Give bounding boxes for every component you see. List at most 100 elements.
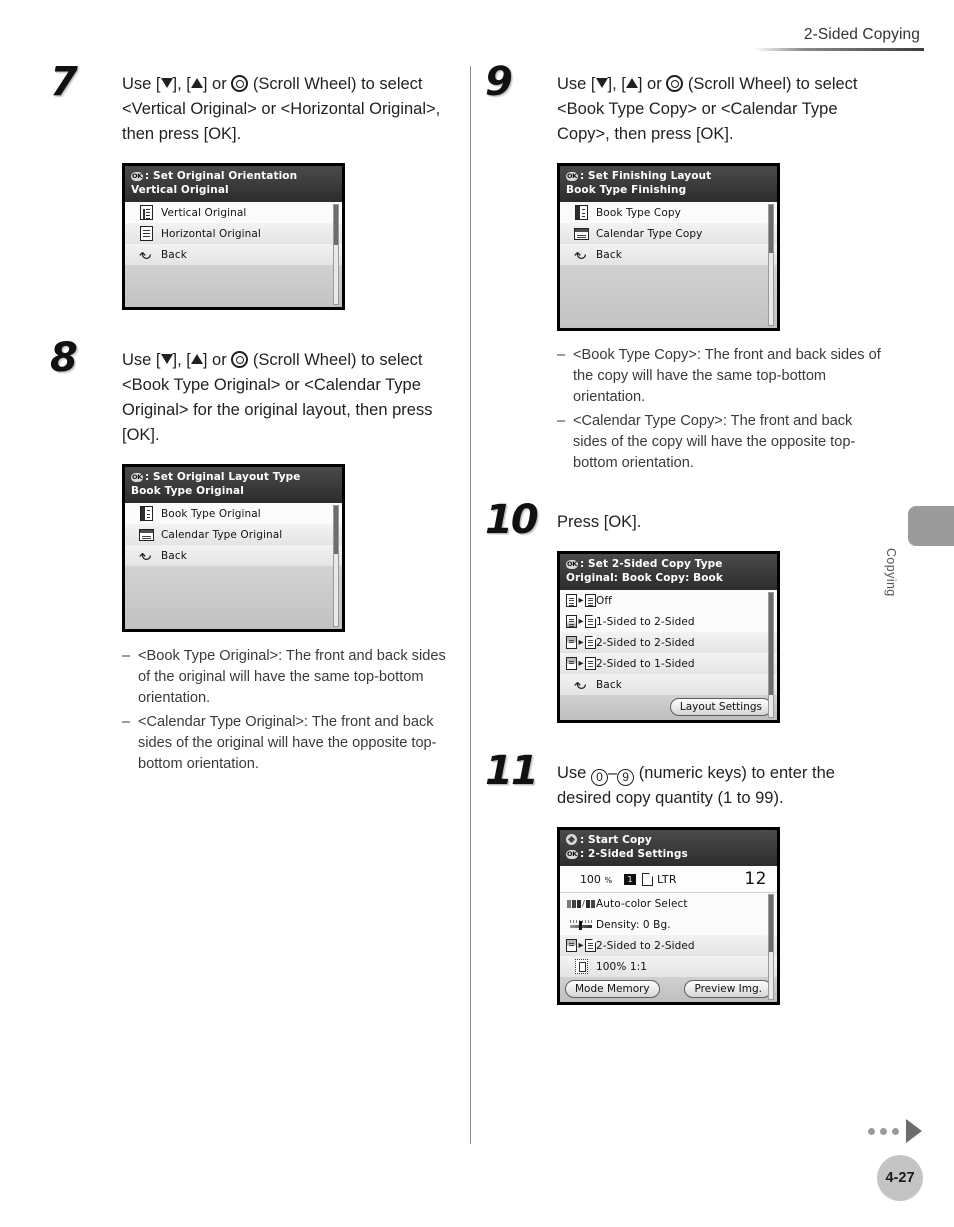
lcd-scrollbar-thumb[interactable]	[334, 506, 338, 554]
step-8-text-part2: ], [	[172, 351, 191, 369]
note-dash: –	[557, 413, 566, 429]
step-9-number: 9	[485, 59, 513, 105]
back-arrow-icon	[131, 549, 161, 563]
step-7-number: 7	[50, 59, 78, 105]
lcd-row[interactable]: ▸ Off	[560, 590, 777, 611]
lcd-row[interactable]: ▸ 2-Sided to 2-Sided	[560, 632, 777, 653]
lcd-filler	[125, 566, 342, 629]
lcd-header-line2: Book Type Original	[131, 484, 244, 497]
book-type-icon	[131, 506, 161, 521]
step-7-text: Use [], [] or (Scroll Wheel) to select <…	[122, 72, 450, 147]
step-8: 8 Use [], [] or (Scroll Wheel) to select…	[50, 338, 450, 775]
step-9-notes: – <Book Type Copy>: The front and back s…	[557, 345, 885, 474]
step-9-text-part3: ] or	[637, 75, 667, 93]
two-to-two-sided-icon: ▸	[566, 939, 596, 952]
back-arrow-icon	[131, 248, 161, 262]
back-arrow-icon	[566, 248, 596, 262]
right-column: 9 Use [], [] or (Scroll Wheel) to select…	[485, 62, 885, 1009]
lcd-row[interactable]: Back	[560, 244, 777, 265]
lcd-button-row: Mode Memory Preview Img.	[560, 977, 777, 1002]
lcd-header-line2: Original: Book Copy: Book	[566, 571, 723, 584]
step-11: 11 Use 0–9 (numeric keys) to enter the d…	[485, 751, 885, 1005]
step-7-text-part1: Use [	[122, 75, 161, 93]
step-9-text: Use [], [] or (Scroll Wheel) to select <…	[557, 72, 885, 147]
step-11-text-dash: –	[607, 764, 618, 782]
lcd-row[interactable]: Horizontal Original	[125, 223, 342, 244]
dot	[868, 1127, 875, 1135]
numeric-key-9-icon: 9	[617, 769, 635, 786]
lcd-header-line2: Vertical Original	[131, 183, 229, 196]
lcd-row[interactable]: Book Type Original	[125, 503, 342, 524]
start-key-icon	[566, 834, 577, 845]
lcd-scrollbar-thumb[interactable]	[769, 593, 773, 695]
lcd-header-line2: Book Type Finishing	[566, 183, 687, 196]
lcd-row[interactable]: Vertical Original	[125, 202, 342, 223]
lcd-scrollbar-thumb[interactable]	[769, 205, 773, 253]
lcd-filler	[560, 265, 777, 328]
two-to-one-sided-icon: ▸	[566, 657, 598, 673]
lcd-header: OK: Set Finishing Layout Book Type Finis…	[560, 166, 777, 202]
running-head-rule	[754, 48, 924, 51]
lcd-body: ▸ Off ▸ 1-Sided to 2-Sided ▸ 2-Sided to …	[560, 590, 777, 720]
ok-key-icon: OK	[566, 560, 578, 569]
lcd-row[interactable]: 100% 1:1	[560, 956, 777, 977]
lcd-header-line1: OK: Set 2-Sided Copy Type	[566, 558, 723, 570]
step-7-text-part2: ], [	[172, 75, 191, 93]
step-9-text-part1: Use [	[557, 75, 596, 93]
running-head: 2-Sided Copying	[504, 26, 924, 51]
preview-image-button[interactable]: Preview Img.	[684, 980, 772, 998]
lcd-row[interactable]: ▸ 2-Sided to 1-Sided	[560, 653, 777, 674]
ok-key-icon: OK	[131, 172, 143, 181]
ok-key-icon: OK	[566, 172, 578, 181]
lcd-scrollbar-thumb[interactable]	[334, 205, 338, 245]
color-select-icon: /	[566, 899, 596, 908]
paper-sheet-icon	[642, 872, 653, 886]
step-7: 7 Use [], [] or (Scroll Wheel) to select…	[50, 62, 450, 310]
lcd-panel-step-7: OK: Set Original Orientation Vertical Or…	[122, 163, 345, 310]
lcd-row[interactable]: Back	[125, 545, 342, 566]
lcd-row[interactable]: ▸ 2-Sided to 2-Sided	[560, 935, 777, 956]
lcd-panel-step-9: OK: Set Finishing Layout Book Type Finis…	[557, 163, 780, 331]
lcd-scrollbar[interactable]	[333, 204, 339, 305]
lcd-row[interactable]: Calendar Type Copy	[560, 223, 777, 244]
lcd-body: Book Type Original Calendar Type Origina…	[125, 503, 342, 629]
horizontal-document-icon	[131, 226, 161, 241]
column-divider	[470, 66, 471, 1144]
lcd-header-line1: OK: Set Finishing Layout	[566, 170, 712, 182]
step-9-text-part2: ], [	[607, 75, 626, 93]
step-11-number: 11	[485, 748, 539, 794]
mode-memory-button[interactable]: Mode Memory	[565, 980, 660, 998]
back-arrow-icon	[566, 678, 596, 692]
lcd-row[interactable]: ▸ 1-Sided to 2-Sided	[560, 611, 777, 632]
lcd-row[interactable]: / Auto-color Select	[560, 893, 777, 914]
chapter-tab-label: Copying	[884, 548, 898, 597]
lcd-header: : Start Copy OK: 2-Sided Settings	[560, 830, 777, 866]
lcd-header-line1: OK: Set Original Layout Type	[131, 471, 301, 483]
paper-size-value: LTR	[657, 872, 677, 886]
lcd-scrollbar[interactable]	[768, 894, 774, 1000]
lcd-row[interactable]: Calendar Type Original	[125, 524, 342, 545]
vertical-document-icon	[131, 205, 161, 220]
lcd-body: 100 % 1 LTR 12 / Auto-color Select Densi…	[560, 866, 777, 1002]
lcd-row[interactable]: Back	[125, 244, 342, 265]
scroll-wheel-icon	[231, 351, 249, 368]
lcd-row[interactable]: Back	[560, 674, 777, 695]
book-type-icon	[566, 205, 596, 220]
left-column: 7 Use [], [] or (Scroll Wheel) to select…	[50, 62, 450, 779]
zoom-value: 100 %	[579, 872, 613, 886]
step-10-text: Press [OK].	[557, 513, 642, 531]
note-item: – <Calendar Type Copy>: The front and ba…	[557, 411, 885, 474]
layout-settings-button[interactable]: Layout Settings	[669, 698, 772, 716]
scroll-wheel-icon	[666, 75, 684, 92]
lcd-scrollbar[interactable]	[768, 592, 774, 718]
lcd-scrollbar[interactable]	[768, 204, 774, 326]
lcd-header-line2: OK: 2-Sided Settings	[566, 847, 688, 860]
lcd-row[interactable]: Book Type Copy	[560, 202, 777, 223]
step-8-text: Use [], [] or (Scroll Wheel) to select <…	[122, 348, 450, 448]
ok-key-icon: OK	[566, 849, 578, 859]
lcd-scrollbar-thumb[interactable]	[769, 895, 773, 953]
lcd-header: OK: Set Original Layout Type Book Type O…	[125, 467, 342, 503]
lcd-scrollbar[interactable]	[333, 505, 339, 627]
lcd-row[interactable]: Density: 0 Bg.	[560, 914, 777, 935]
step-8-notes: – <Book Type Original>: The front and ba…	[122, 646, 450, 775]
